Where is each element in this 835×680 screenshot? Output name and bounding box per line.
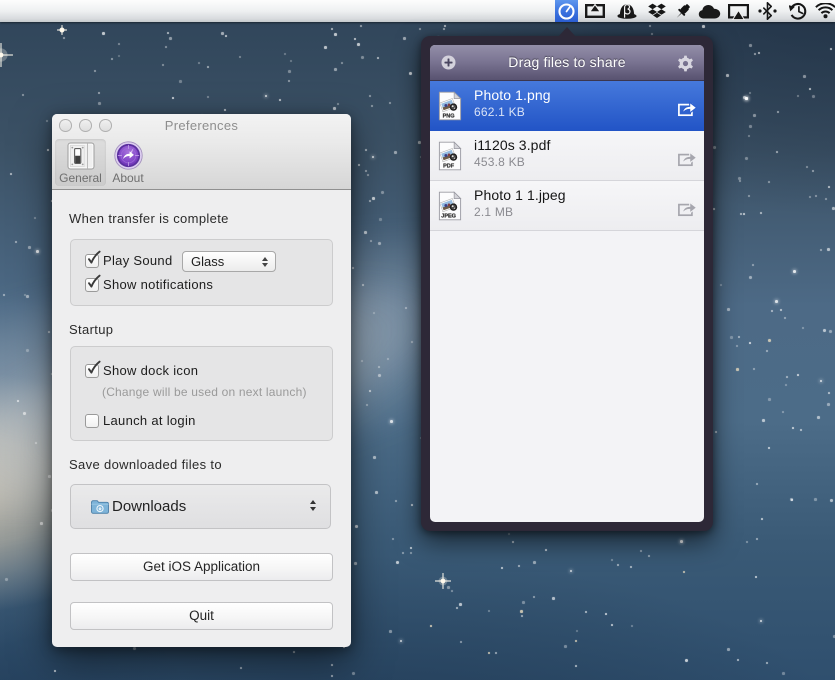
svg-text:JPEG: JPEG [441, 214, 456, 220]
svg-text:PDF: PDF [443, 164, 455, 170]
svg-text:PNG: PNG [443, 114, 455, 120]
